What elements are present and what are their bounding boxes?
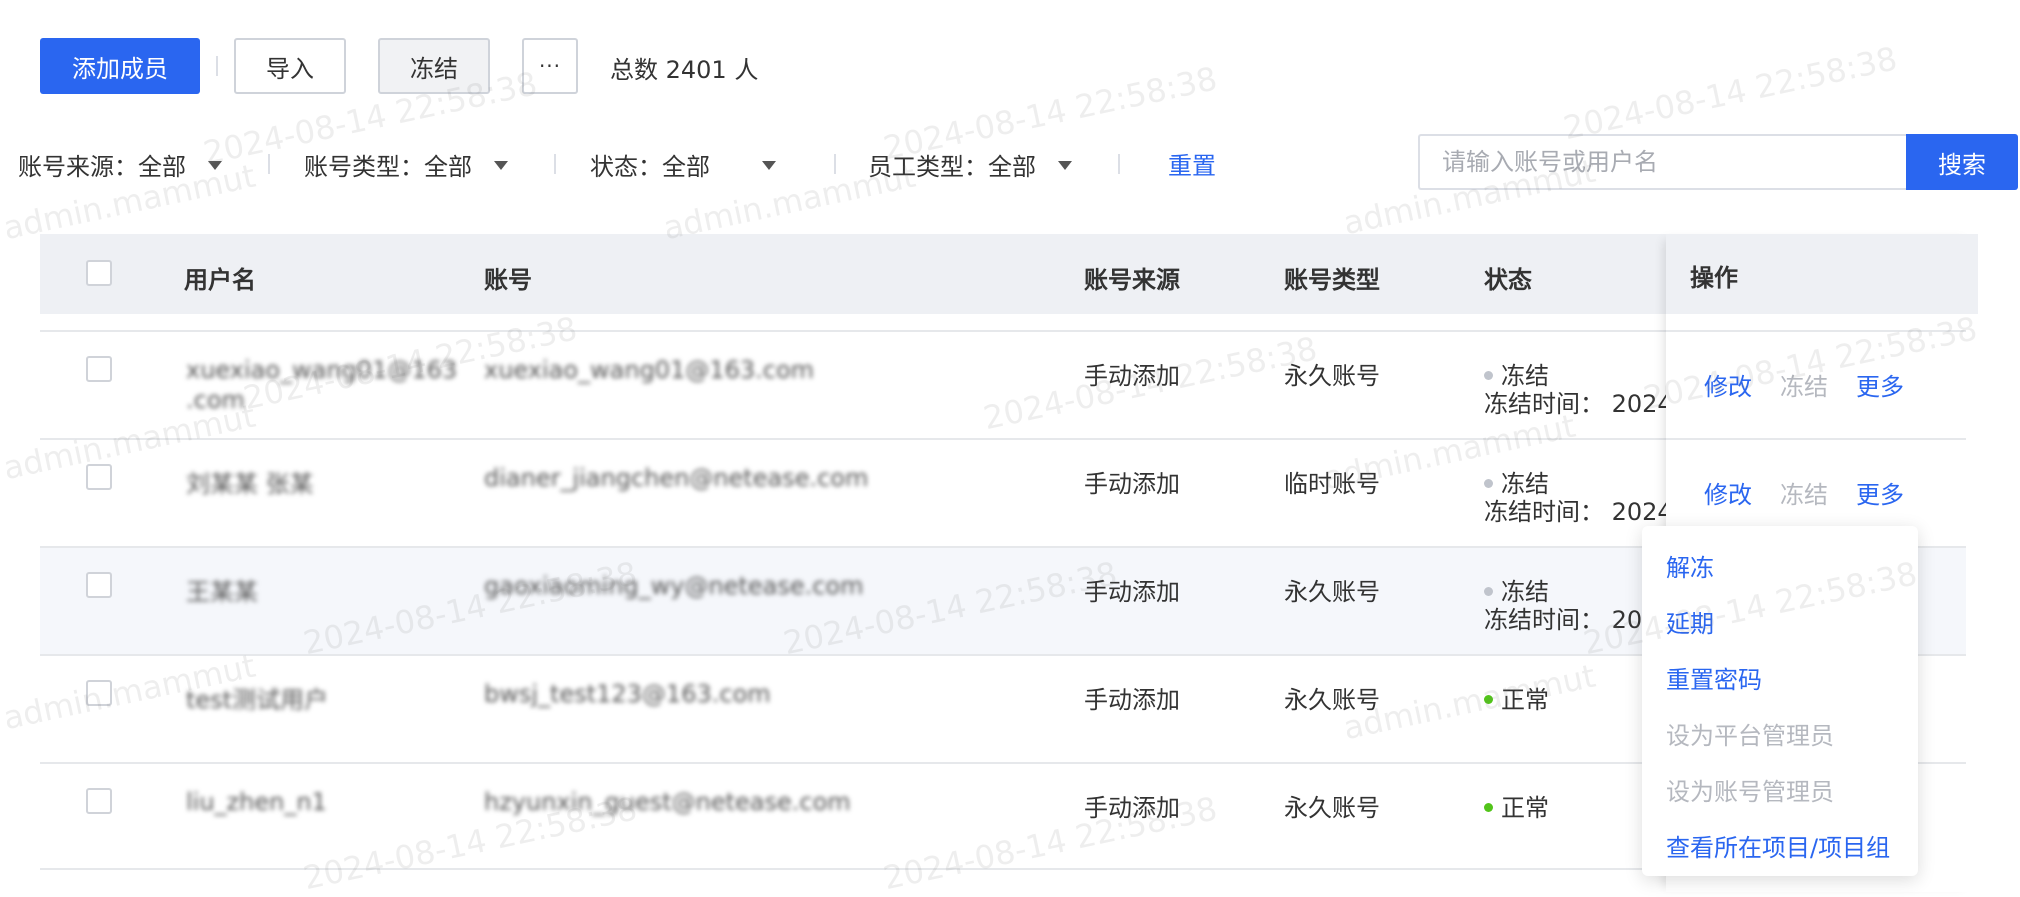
account-type-filter-label: 账号类型：: [304, 152, 424, 181]
source-cell: 手动添加: [1084, 470, 1180, 498]
filter-divider: [834, 154, 836, 174]
caret-down-icon: [208, 160, 222, 170]
type-cell: 永久账号: [1284, 686, 1380, 714]
source-cell: 手动添加: [1084, 578, 1180, 606]
account-cell: xuexiao_wang01@163.com: [484, 356, 815, 384]
account-source-filter-value: 全部: [138, 152, 186, 181]
caret-down-icon: [494, 160, 508, 170]
edit-link[interactable]: 修改: [1704, 367, 1752, 402]
caret-down-icon: [1058, 160, 1072, 170]
header-type: 账号类型: [1284, 266, 1380, 294]
status-dot: [1484, 694, 1493, 704]
menu-item-set-account-admin[interactable]: 设为账号管理员: [1666, 772, 1834, 807]
row-checkbox[interactable]: [86, 356, 112, 382]
status-dot: [1484, 478, 1493, 488]
account-type-filter[interactable]: 账号类型： 全部: [304, 146, 508, 182]
account-source-filter[interactable]: 账号来源： 全部: [18, 146, 222, 182]
row-checkbox[interactable]: [86, 464, 112, 490]
username-cell: 王某某: [186, 578, 258, 606]
username-cell: test测试用户: [186, 686, 329, 714]
filter-divider: [268, 154, 270, 174]
reset-link[interactable]: 重置: [1168, 146, 1216, 181]
total-count: 总数 2401 人: [610, 56, 759, 84]
status-cell: 正常: [1484, 680, 1549, 715]
account-cell: gaoxiaoming_wy@netease.com: [484, 572, 864, 600]
caret-down-icon: [762, 160, 776, 170]
employee-type-filter[interactable]: 员工类型： 全部: [868, 146, 1072, 182]
header-status: 状态: [1484, 266, 1532, 294]
menu-item-view-projects[interactable]: 查看所在项目/项目组: [1666, 828, 1890, 863]
account-cell: dianer_jiangchen@netease.com: [484, 464, 869, 492]
status-dot: [1484, 370, 1493, 380]
row-checkbox[interactable]: [86, 572, 112, 598]
status-filter-value: 全部: [662, 152, 710, 181]
account-type-filter-value: 全部: [424, 152, 472, 181]
operation-divider: [1666, 330, 1966, 332]
header-operation: 操作: [1690, 264, 1738, 292]
freeze-link[interactable]: 冻结: [1780, 475, 1828, 510]
header-account: 账号: [484, 266, 532, 294]
search-button[interactable]: 搜索: [1906, 134, 2018, 190]
row-checkbox[interactable]: [86, 680, 112, 706]
username-cell-wrap: .com: [186, 386, 245, 414]
menu-item-set-platform-admin[interactable]: 设为平台管理员: [1666, 716, 1834, 751]
add-member-button[interactable]: 添加成员: [40, 38, 200, 94]
username-cell: liu_zhen_n1: [186, 788, 327, 816]
more-link[interactable]: 更多: [1856, 367, 1904, 402]
source-cell: 手动添加: [1084, 794, 1180, 822]
status-text: 正常: [1501, 686, 1549, 714]
type-cell: 临时账号: [1284, 470, 1380, 498]
menu-item-reset-password[interactable]: 重置密码: [1666, 660, 1762, 695]
account-source-filter-label: 账号来源：: [18, 152, 138, 181]
source-cell: 手动添加: [1084, 686, 1180, 714]
operation-divider: [1666, 438, 1966, 440]
import-button[interactable]: 导入: [234, 38, 346, 94]
type-cell: 永久账号: [1284, 578, 1380, 606]
filter-divider: [554, 154, 556, 174]
status-filter[interactable]: 状态： 全部: [590, 146, 776, 182]
header-source: 账号来源: [1084, 266, 1180, 294]
edit-link[interactable]: 修改: [1704, 475, 1752, 510]
filter-divider: [1118, 154, 1120, 174]
row-checkbox[interactable]: [86, 788, 112, 814]
menu-item-unfreeze[interactable]: 解冻: [1666, 548, 1714, 583]
status-dot: [1484, 586, 1493, 596]
watermark-time: 2024-08-14 22:58:38: [1560, 39, 1901, 148]
search-input[interactable]: [1418, 134, 1908, 190]
operation-header: 操作: [1666, 234, 1978, 314]
username-cell: 刘某某 张某: [186, 470, 314, 498]
menu-item-extend[interactable]: 延期: [1666, 604, 1714, 639]
header-username: 用户名: [184, 266, 256, 294]
select-all-checkbox[interactable]: [86, 260, 112, 286]
status-text: 正常: [1501, 794, 1549, 822]
employee-type-filter-value: 全部: [988, 152, 1036, 181]
status-filter-label: 状态：: [590, 152, 662, 181]
freeze-link[interactable]: 冻结: [1780, 367, 1828, 402]
account-cell: bwsj_test123@163.com: [484, 680, 771, 708]
status-cell: 正常: [1484, 788, 1549, 823]
type-cell: 永久账号: [1284, 794, 1380, 822]
freeze-button[interactable]: 冻结: [378, 38, 490, 94]
more-actions-button[interactable]: ···: [522, 38, 578, 94]
status-dot: [1484, 802, 1493, 812]
more-link[interactable]: 更多: [1856, 475, 1904, 510]
employee-type-filter-label: 员工类型：: [868, 152, 988, 181]
more-actions-menu: 解冻 延期 重置密码 设为平台管理员 设为账号管理员 查看所在项目/项目组: [1642, 526, 1918, 876]
type-cell: 永久账号: [1284, 362, 1380, 390]
toolbar-divider: [216, 56, 218, 76]
username-cell: xuexiao_wang01@163: [186, 356, 458, 384]
account-cell: hzyunxin_guest@netease.com: [484, 788, 851, 816]
source-cell: 手动添加: [1084, 362, 1180, 390]
